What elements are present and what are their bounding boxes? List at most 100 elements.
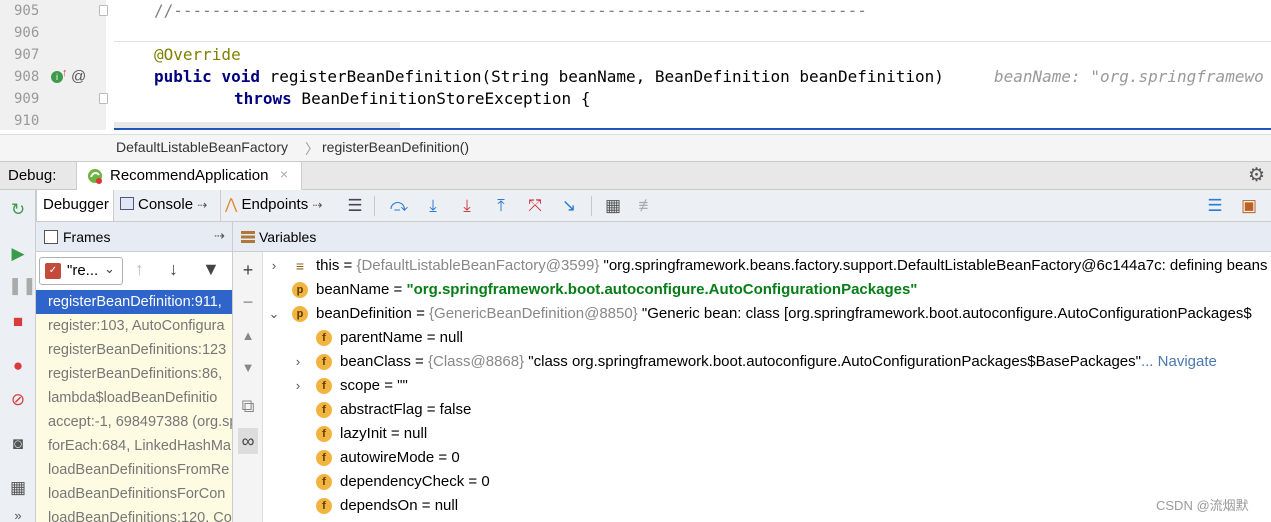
debug-tool-window-title: Debug: RecommendApplication × ⚙ bbox=[0, 161, 1271, 190]
debugger-toolbar: Debugger Console ⇢ ⋀ Endpoints ⇢ ☰ ⤼ ⤓ ⤓… bbox=[36, 190, 1271, 222]
frame-item[interactable]: lambda$loadBeanDefinitio bbox=[36, 386, 232, 410]
chevron-down-icon: ⌄ bbox=[104, 261, 115, 276]
pin-icon[interactable]: ⇢ bbox=[197, 198, 207, 212]
copy-icon[interactable]: ⧉ bbox=[238, 396, 258, 417]
variable-value: "org.springframework.beans.factory.suppo… bbox=[599, 257, 1268, 274]
variable-equals: = bbox=[339, 257, 357, 274]
frame-item[interactable]: accept:-1, 698497388 (org.sp bbox=[36, 410, 232, 434]
fold-marker-icon[interactable] bbox=[99, 93, 108, 104]
frame-item[interactable]: register:103, AutoConfigura bbox=[36, 314, 232, 338]
variable-value: null bbox=[434, 497, 459, 514]
gear-icon[interactable]: ⚙ bbox=[1248, 164, 1265, 187]
run-to-cursor-icon[interactable]: ↘ bbox=[559, 196, 579, 216]
thread-icon: ✓ bbox=[45, 263, 61, 279]
variable-value: 0 bbox=[481, 473, 490, 490]
variable-ref: {DefaultListableBeanFactory@3599} bbox=[356, 257, 600, 274]
variable-row[interactable]: f abstractFlag = false bbox=[288, 398, 1271, 422]
fold-marker-icon[interactable] bbox=[99, 5, 108, 16]
frame-item[interactable]: loadBeanDefinitionsForCon bbox=[36, 482, 232, 506]
pin-icon[interactable]: ⇢ bbox=[312, 198, 322, 212]
code-line: public void registerBeanDefinition(Strin… bbox=[154, 66, 944, 88]
pause-icon[interactable]: ❚❚ bbox=[8, 276, 37, 296]
restore-layout-icon[interactable]: ▣ bbox=[1239, 196, 1259, 216]
pin-icon[interactable]: ⇢ bbox=[214, 228, 225, 244]
variables-title: Variables bbox=[259, 229, 317, 245]
variable-row[interactable]: f dependsOn = null bbox=[288, 494, 1271, 518]
variable-text: dependsOn = null bbox=[340, 494, 458, 518]
variable-row[interactable]: ⌄ p beanDefinition = {GenericBeanDefinitio… bbox=[264, 302, 1271, 326]
view-breakpoints-icon[interactable]: ● bbox=[8, 356, 28, 376]
breadcrumb-method[interactable]: registerBeanDefinition() bbox=[322, 139, 469, 155]
step-into-icon[interactable]: ⤓ bbox=[423, 196, 443, 216]
variable-name: this bbox=[316, 257, 340, 274]
layout-settings-icon[interactable]: ☰ bbox=[1205, 196, 1225, 216]
breadcrumb-class[interactable]: DefaultListableBeanFactory bbox=[116, 139, 288, 155]
variable-value: 0 bbox=[451, 449, 460, 466]
chevron-right-icon[interactable]: › bbox=[292, 374, 304, 398]
variables-icon bbox=[241, 231, 255, 243]
rerun-icon[interactable]: ↻ bbox=[8, 200, 28, 220]
parameter-icon: p bbox=[292, 306, 308, 322]
move-down-icon[interactable]: ▼ bbox=[238, 360, 258, 375]
variable-row[interactable]: › f scope = "" bbox=[288, 374, 1271, 398]
tab-endpoints[interactable]: ⋀ Endpoints ⇢ bbox=[220, 190, 338, 221]
variable-row[interactable]: › ≡ this = {DefaultListableBeanFactory@359… bbox=[264, 254, 1271, 278]
overrides-arrow-icon[interactable]: ↑ bbox=[62, 67, 68, 79]
arrow-down-icon[interactable]: ↓ bbox=[169, 259, 178, 280]
exception-clause: BeanDefinitionStoreException { bbox=[291, 89, 591, 108]
watches-toggle-icon[interactable]: ∞ bbox=[238, 428, 258, 454]
frame-item[interactable]: registerBeanDefinitions:123 bbox=[36, 338, 232, 362]
annotation-icon[interactable]: @ bbox=[71, 67, 86, 87]
run-config-tab[interactable]: RecommendApplication × bbox=[76, 162, 302, 190]
frame-item[interactable]: registerBeanDefinition:911, bbox=[36, 290, 232, 314]
frame-item[interactable]: loadBeanDefinitions:120, Co bbox=[36, 506, 232, 522]
chevron-right-icon[interactable]: › bbox=[292, 350, 304, 374]
tab-console[interactable]: Console ⇢ bbox=[116, 190, 220, 221]
variable-row[interactable]: f autowireMode = 0 bbox=[288, 446, 1271, 470]
drop-frame-icon[interactable]: ⤧ bbox=[525, 196, 545, 216]
filter-icon[interactable]: ▼ bbox=[202, 259, 220, 280]
frames-header: Frames ⇢ bbox=[36, 222, 232, 252]
resume-icon[interactable]: ▶ bbox=[8, 244, 28, 264]
variable-row[interactable]: f parentName = null bbox=[288, 326, 1271, 350]
code-line: //--------------------------------------… bbox=[154, 1, 867, 20]
variable-row[interactable]: f lazyInit = null bbox=[288, 422, 1271, 446]
variable-name: lazyInit bbox=[340, 425, 387, 442]
arrow-up-icon[interactable]: ↑ bbox=[135, 259, 144, 280]
layout-icon[interactable]: ▦ bbox=[8, 478, 28, 498]
field-icon: f bbox=[316, 354, 332, 370]
code-editor[interactable]: 905 906 907 908 i ↑ @ 909 910 //-----------… bbox=[0, 0, 1271, 130]
mute-breakpoints-icon[interactable]: ⊘ bbox=[8, 390, 28, 410]
keyword: void bbox=[221, 67, 260, 86]
force-step-into-icon[interactable]: ⤓ bbox=[457, 196, 477, 216]
frame-item[interactable]: forEach:684, LinkedHashMa bbox=[36, 434, 232, 458]
step-over-icon[interactable]: ⤼ bbox=[389, 196, 409, 216]
chevron-down-icon[interactable]: ⌄ bbox=[268, 302, 280, 326]
show-execution-point-icon[interactable]: ☰ bbox=[345, 196, 365, 216]
line-number: 910 bbox=[14, 113, 40, 129]
evaluate-expression-icon[interactable]: ▦ bbox=[603, 196, 623, 216]
variable-row[interactable]: › f beanClass = {Class@8868} "class org.sp… bbox=[288, 350, 1271, 374]
remove-watch-icon[interactable]: − bbox=[238, 292, 258, 313]
add-watch-icon[interactable]: + bbox=[238, 260, 258, 281]
navigate-link[interactable]: ... Navigate bbox=[1141, 353, 1217, 370]
frame-item[interactable]: loadBeanDefinitionsFromRe bbox=[36, 458, 232, 482]
tab-label: Debugger bbox=[43, 196, 109, 213]
trace-stream-icon[interactable]: ≢ bbox=[637, 196, 657, 216]
step-out-icon[interactable]: ⤒ bbox=[491, 196, 511, 216]
line-number: 906 bbox=[14, 25, 40, 41]
variable-text: beanClass = {Class@8868} "class org.spri… bbox=[340, 350, 1217, 374]
stop-icon[interactable]: ■ bbox=[8, 312, 28, 332]
frame-item[interactable]: registerBeanDefinitions:86, bbox=[36, 362, 232, 386]
variable-row[interactable]: p beanName = "org.springframework.boot.au… bbox=[264, 278, 1271, 302]
move-up-icon[interactable]: ▲ bbox=[238, 328, 258, 343]
variable-row[interactable]: f dependencyCheck = 0 bbox=[288, 470, 1271, 494]
tab-debugger[interactable]: Debugger bbox=[36, 190, 114, 221]
camera-icon[interactable]: ◙ bbox=[8, 434, 28, 454]
chevron-right-icon[interactable]: › bbox=[268, 254, 280, 278]
more-icon[interactable]: » bbox=[8, 506, 28, 522]
variable-equals: = bbox=[389, 281, 407, 298]
thread-selector[interactable]: ✓ "re... ⌄ bbox=[39, 257, 123, 285]
close-icon[interactable]: × bbox=[280, 166, 288, 182]
method-signature: registerBeanDefinition(String beanName, … bbox=[259, 67, 944, 86]
